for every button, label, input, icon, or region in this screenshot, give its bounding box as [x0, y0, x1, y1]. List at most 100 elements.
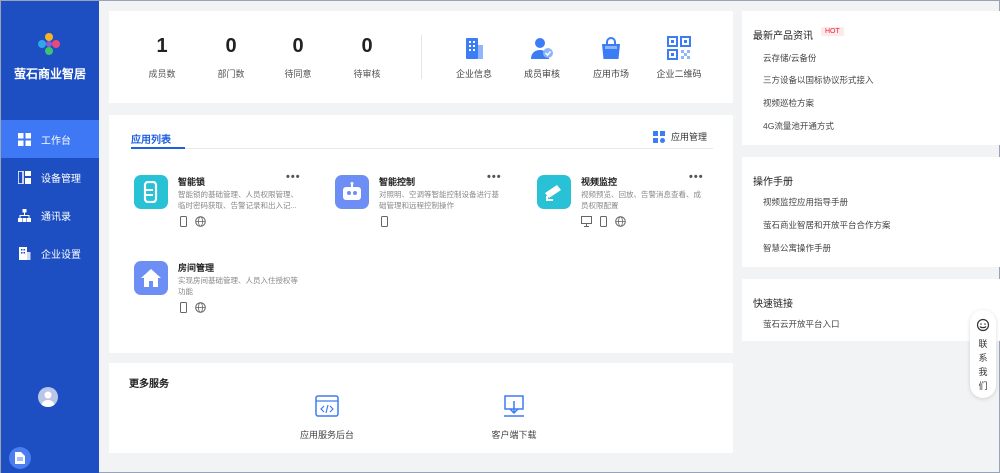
sidebar-item-devices[interactable]: 设备管理 — [1, 158, 99, 196]
app-name: 房间管理 — [178, 263, 215, 273]
stats-card: 1 成员数 0 部门数 0 待同意 0 待审核 企业信息 成员审核 应用市场 企… — [109, 11, 733, 103]
mobile-icon — [178, 216, 189, 227]
manual-title: 操作手册 — [753, 177, 793, 188]
tab-underline — [131, 147, 185, 149]
app-manage-label: 应用管理 — [671, 132, 708, 142]
platform-list — [379, 216, 390, 227]
stat-label: 成员数 — [148, 69, 176, 79]
globe-icon — [195, 302, 206, 313]
quick-links-title: 快速链接 — [753, 299, 793, 310]
news-link[interactable]: 4G流量池开通方式 — [763, 120, 834, 132]
house-icon — [134, 261, 168, 295]
divider — [421, 35, 422, 79]
sidebar-item-contacts[interactable]: 通讯录 — [1, 196, 99, 234]
grid-icon — [17, 132, 31, 146]
manual-link[interactable]: 萤石商业智居和开放平台合作方案 — [763, 219, 891, 231]
app-name: 智能控制 — [379, 177, 416, 187]
building-icon — [17, 246, 31, 260]
platform-list — [178, 216, 206, 227]
stat-label: 待审核 — [353, 69, 381, 79]
quick-link-label: 应用市场 — [592, 69, 629, 79]
manual-link[interactable]: 视频监控应用指导手册 — [763, 196, 848, 208]
app-description: 对照明、空调等智能控制设备进行基础管理和远程控制操作 — [379, 190, 499, 210]
platform-list — [581, 216, 626, 227]
service-app-backend[interactable]: 应用服务后台 — [277, 395, 377, 441]
quick-link-company-qrcode[interactable]: 企业二维码 — [649, 35, 709, 80]
sidebar-item-workbench[interactable]: 工作台 — [1, 120, 99, 158]
code-window-icon — [315, 395, 339, 417]
stat-departments[interactable]: 0 部门数 — [201, 33, 261, 80]
qr-code-icon — [666, 35, 692, 61]
quick-link-app-market[interactable]: 应用市场 — [581, 35, 641, 80]
stat-value: 1 — [156, 35, 168, 57]
app-card-video-surveillance[interactable]: 视频监控 ••• 视频预览、回放、告警消息查看、成员权限配置 — [537, 171, 717, 235]
member-review-icon — [529, 35, 555, 61]
tab-app-list[interactable]: 应用列表 — [131, 131, 171, 146]
sidebar: 萤石商业智居 工作台 设备管理 通讯录 企业设置 — [1, 1, 99, 473]
more-options-icon[interactable]: ••• — [689, 171, 704, 183]
service-client-download[interactable]: 客户端下载 — [464, 395, 564, 441]
desktop-icon — [581, 216, 592, 227]
divider — [131, 148, 713, 149]
quick-link-open-platform[interactable]: 萤石云开放平台入口 — [763, 318, 840, 330]
more-options-icon[interactable]: ••• — [286, 171, 301, 183]
news-link[interactable]: 视频巡检方案 — [763, 97, 814, 109]
sidebar-item-label: 工作台 — [41, 135, 71, 147]
hot-badge: HOT — [821, 27, 844, 36]
sidebar-item-label: 企业设置 — [41, 249, 81, 261]
news-link[interactable]: 三方设备以国标协议形式接入 — [763, 74, 874, 86]
app-description: 实现房间基础管理、人员入住授权等功能 — [178, 276, 298, 296]
org-chart-icon — [17, 208, 31, 222]
avatar[interactable] — [38, 387, 58, 407]
globe-icon — [195, 216, 206, 227]
quick-link-member-review[interactable]: 成员审核 — [512, 35, 572, 80]
manual-link[interactable]: 智慧公寓操作手册 — [763, 242, 831, 254]
device-icon — [17, 170, 31, 184]
app-name: 视频监控 — [581, 177, 618, 187]
quick-link-label: 成员审核 — [523, 69, 560, 79]
stat-value: 0 — [292, 35, 304, 57]
news-link[interactable]: 云存储/云备份 — [763, 52, 816, 64]
app-card-room-management[interactable]: 房间管理 实现房间基础管理、人员入住授权等功能 — [134, 261, 314, 321]
stat-label: 部门数 — [217, 69, 245, 79]
more-options-icon[interactable]: ••• — [487, 171, 502, 183]
globe-icon — [615, 216, 626, 227]
shopping-bag-icon — [598, 35, 624, 61]
quick-link-label: 企业二维码 — [656, 69, 702, 79]
contact-us-label: 联系我们 — [978, 339, 988, 391]
mobile-icon — [379, 216, 390, 227]
more-services-card: 更多服务 应用服务后台 客户端下载 — [109, 363, 733, 453]
document-icon[interactable] — [9, 447, 31, 469]
headset-icon — [976, 318, 990, 332]
stat-pending-review[interactable]: 0 待审核 — [337, 33, 397, 80]
app-card-smart-lock[interactable]: 智能锁 ••• 智能锁的基础管理、人员权限管理、临时密码获取、告警记录和出入记.… — [134, 171, 314, 235]
brand-logo-icon — [38, 33, 60, 55]
app-description: 视频预览、回放、告警消息查看、成员权限配置 — [581, 190, 701, 210]
contact-us-button[interactable]: 联系我们 — [970, 310, 996, 398]
news-title: 最新产品资讯 — [753, 31, 813, 42]
stat-members[interactable]: 1 成员数 — [132, 33, 192, 80]
news-card: 最新产品资讯 HOT 云存储/云备份 三方设备以国标协议形式接入 视频巡检方案 … — [742, 11, 1000, 145]
app-card-smart-control[interactable]: 智能控制 ••• 对照明、空调等智能控制设备进行基础管理和远程控制操作 — [335, 171, 515, 235]
stat-label: 待同意 — [284, 69, 312, 79]
platform-list — [178, 302, 206, 313]
mobile-icon — [178, 302, 189, 313]
stat-value: 0 — [361, 35, 373, 57]
mobile-icon — [598, 216, 609, 227]
app-name: 智能锁 — [178, 177, 206, 187]
camera-icon — [537, 175, 571, 209]
quick-link-company-info[interactable]: 企业信息 — [444, 35, 504, 80]
building-info-icon — [461, 35, 487, 61]
stat-pending-agree[interactable]: 0 待同意 — [268, 33, 328, 80]
download-icon — [504, 395, 524, 417]
app-manage-button[interactable]: 应用管理 — [653, 130, 707, 143]
robot-icon — [335, 175, 369, 209]
app-list-card: 应用列表 应用管理 智能锁 ••• 智能锁的基础管理、人员权限管理、临时密码获取… — [109, 115, 733, 353]
app-description: 智能锁的基础管理、人员权限管理、临时密码获取、告警记录和出入记... — [178, 190, 298, 210]
sidebar-item-settings[interactable]: 企业设置 — [1, 234, 99, 272]
more-services-title: 更多服务 — [129, 379, 169, 390]
service-label: 应用服务后台 — [299, 430, 354, 440]
brand-name: 萤石商业智居 — [13, 67, 86, 81]
manual-card: 操作手册 视频监控应用指导手册 萤石商业智居和开放平台合作方案 智慧公寓操作手册 — [742, 157, 1000, 267]
service-label: 客户端下载 — [491, 430, 537, 440]
